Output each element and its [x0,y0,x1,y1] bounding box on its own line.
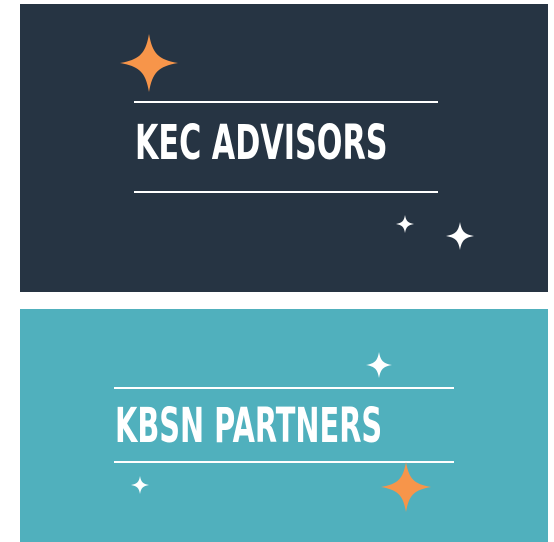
brand-title: KBSN PARTNERS [115,398,383,454]
top-divider-line [114,387,454,389]
small-white-sparkle-icon [131,476,149,494]
white-sparkle-icon [446,222,474,250]
orange-sparkle-icon [381,462,431,512]
bottom-divider-line [134,191,438,193]
kec-advisors-logo-card: KEC ADVISORS [20,4,548,292]
small-white-sparkle-icon [396,215,414,233]
brand-title: KEC ADVISORS [135,115,388,171]
white-sparkle-icon [366,352,392,378]
top-divider-line [134,101,438,103]
kbsn-partners-logo-card: KBSN PARTNERS [20,309,548,542]
orange-sparkle-icon [120,34,178,92]
